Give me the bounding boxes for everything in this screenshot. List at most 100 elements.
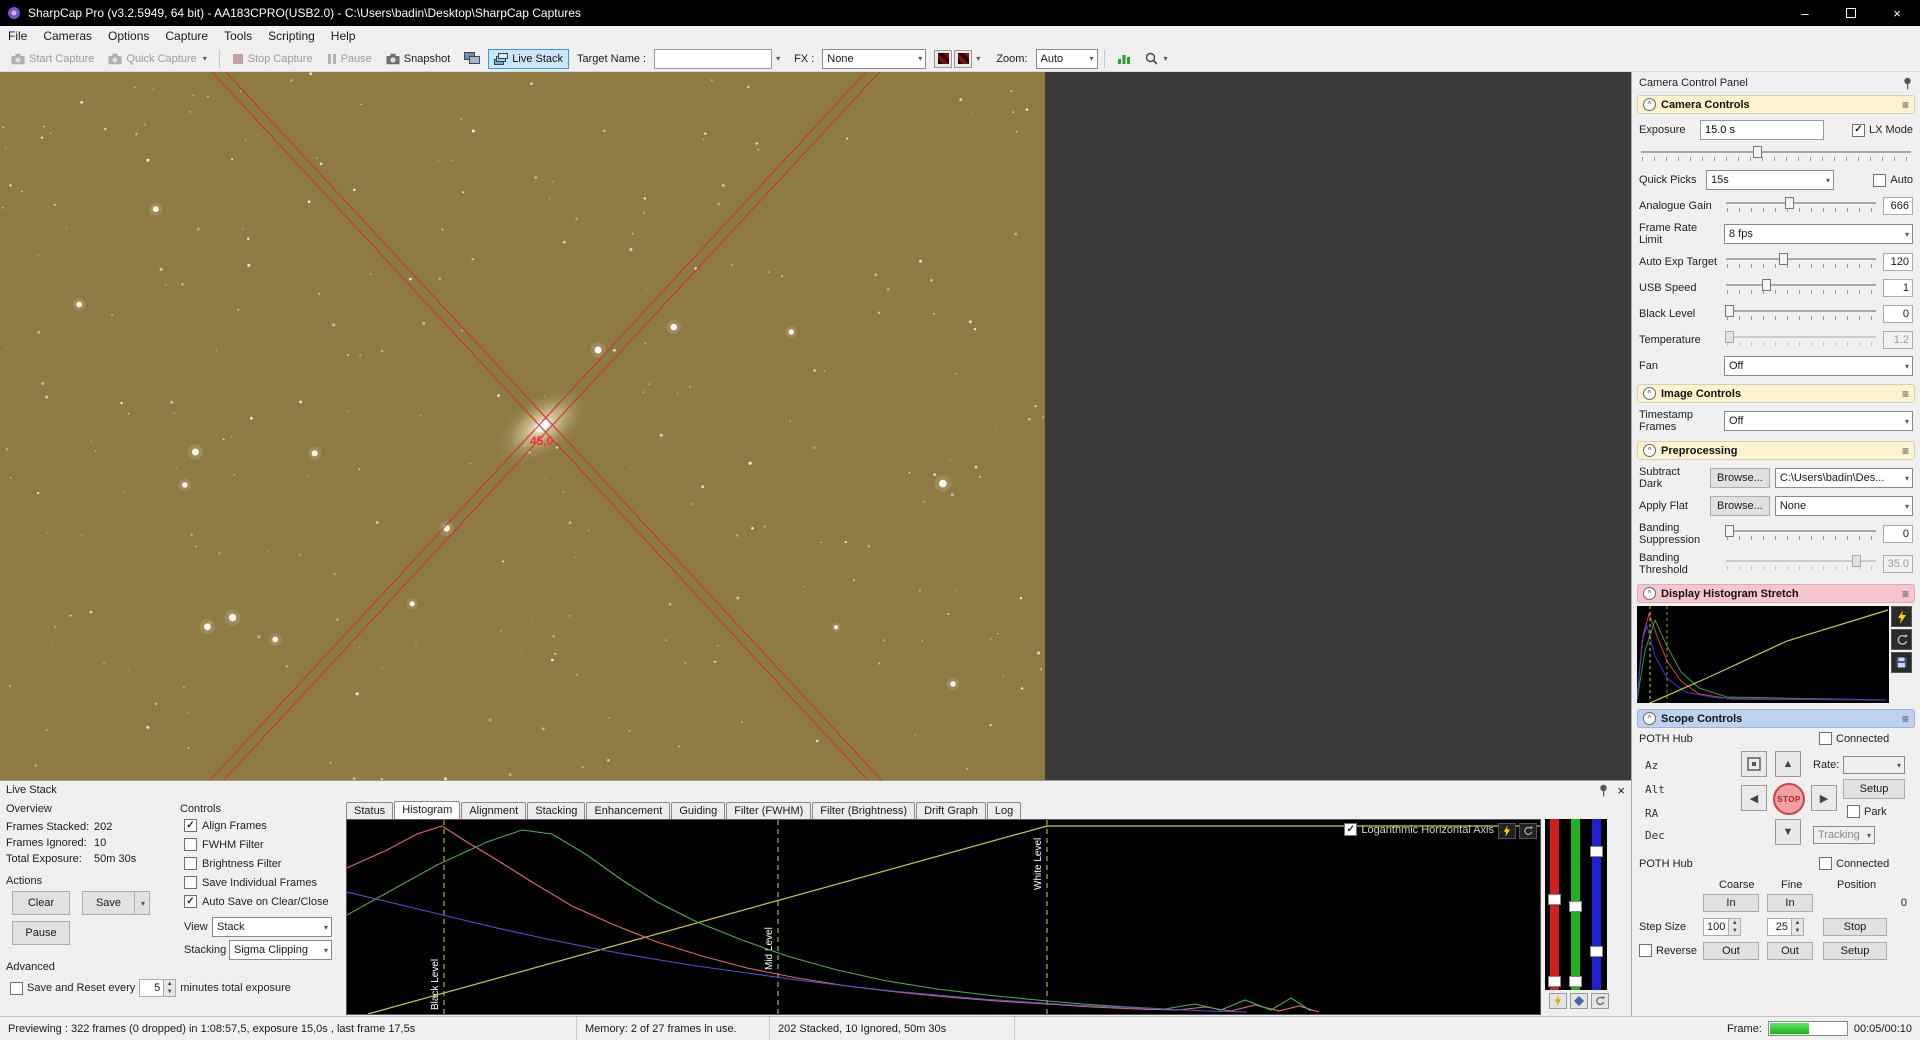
auto-stretch-button[interactable] bbox=[1891, 606, 1912, 627]
apply-flat-browse-button[interactable]: Browse... bbox=[1710, 496, 1770, 516]
menu-scripting[interactable]: Scripting bbox=[260, 28, 323, 44]
subtract-dark-dropdown[interactable]: C:\Users\badin\Des... ▾ bbox=[1774, 468, 1913, 488]
section-preprocessing[interactable]: ^ Preprocessing ≡ bbox=[1637, 441, 1915, 460]
green-level-bar[interactable] bbox=[1569, 819, 1582, 990]
histogram-stretch-button[interactable] bbox=[1498, 823, 1516, 839]
collapse-icon[interactable]: ^ bbox=[1643, 712, 1656, 725]
step-coarse-spinner[interactable]: 100 ▲ ▼ bbox=[1703, 918, 1742, 936]
slew-down-button[interactable]: ▼ bbox=[1775, 819, 1801, 845]
save-split-caret[interactable]: ▾ bbox=[134, 891, 150, 915]
view-dropdown[interactable]: Stack ▾ bbox=[212, 917, 332, 937]
stack-reset-button[interactable] bbox=[1591, 993, 1609, 1009]
subtract-dark-browse-button[interactable]: Browse... bbox=[1710, 468, 1770, 488]
frame-rate-limit-dropdown[interactable]: 8 fps ▾ bbox=[1724, 224, 1913, 244]
tab-alignment[interactable]: Alignment bbox=[461, 802, 527, 819]
menu-file[interactable]: File bbox=[0, 28, 35, 44]
slew-up-button[interactable]: ▲ bbox=[1775, 751, 1801, 777]
log-axis-checkbox[interactable] bbox=[1344, 823, 1358, 836]
fan-dropdown[interactable]: Off ▾ bbox=[1724, 356, 1913, 376]
save-button[interactable]: Save bbox=[82, 891, 134, 915]
focuser-connected-checkbox[interactable] bbox=[1819, 857, 1832, 870]
scope-setup-button[interactable]: Setup bbox=[1843, 779, 1905, 799]
chevron-down-icon[interactable]: ▾ bbox=[776, 54, 780, 63]
tab-enhancement[interactable]: Enhancement bbox=[586, 802, 671, 819]
close-button[interactable]: × bbox=[1874, 0, 1920, 26]
menu-tools[interactable]: Tools bbox=[216, 28, 260, 44]
stack-highlight-button[interactable] bbox=[1570, 993, 1588, 1009]
green-black-handle[interactable] bbox=[1569, 976, 1582, 988]
brightness-filter-checkbox[interactable] bbox=[184, 857, 197, 870]
section-image-controls[interactable]: ^ Image Controls ≡ bbox=[1637, 384, 1915, 403]
auto-save-checkbox[interactable] bbox=[184, 895, 197, 908]
exposure-auto-checkbox[interactable] bbox=[1873, 173, 1887, 187]
histogram-reset-button[interactable] bbox=[1519, 823, 1537, 839]
blue-level-bar[interactable] bbox=[1590, 819, 1603, 990]
menu-capture[interactable]: Capture bbox=[157, 28, 216, 44]
spin-down-icon[interactable]: ▼ bbox=[164, 988, 176, 996]
spin-up-icon[interactable]: ▲ bbox=[1729, 919, 1741, 927]
red-level-handle[interactable] bbox=[1548, 894, 1561, 906]
collapse-icon[interactable]: ^ bbox=[1643, 387, 1656, 400]
spin-up-icon[interactable]: ▲ bbox=[164, 980, 176, 988]
camera-preview-image[interactable]: 45,0 bbox=[0, 72, 1045, 780]
tab-filter-fwhm[interactable]: Filter (FWHM) bbox=[726, 802, 812, 819]
display-white-swatch[interactable] bbox=[954, 49, 973, 68]
tab-histogram[interactable]: Histogram bbox=[394, 801, 461, 819]
fwhm-filter-checkbox[interactable] bbox=[184, 838, 197, 851]
timestamp-frames-dropdown[interactable]: Off ▾ bbox=[1724, 411, 1913, 431]
apply-flat-dropdown[interactable]: None ▾ bbox=[1774, 496, 1913, 516]
red-black-handle[interactable] bbox=[1548, 976, 1561, 988]
auto-exp-target-slider[interactable] bbox=[1724, 253, 1878, 271]
snapshot-button[interactable]: Snapshot bbox=[380, 49, 456, 69]
green-level-handle[interactable] bbox=[1569, 901, 1582, 913]
banding-suppression-slider[interactable] bbox=[1724, 525, 1878, 543]
quick-capture-button[interactable]: Quick Capture ▾ bbox=[102, 49, 212, 69]
black-level-slider[interactable] bbox=[1724, 305, 1878, 323]
menu-help[interactable]: Help bbox=[323, 28, 364, 44]
tab-status[interactable]: Status bbox=[346, 802, 394, 819]
scope-connected-checkbox[interactable] bbox=[1819, 732, 1832, 745]
section-menu-icon[interactable]: ≡ bbox=[1902, 712, 1909, 726]
stacking-dropdown[interactable]: Sigma Clipping ▾ bbox=[229, 940, 332, 960]
save-stretch-button[interactable] bbox=[1891, 652, 1912, 673]
menu-options[interactable]: Options bbox=[100, 28, 157, 44]
stack-auto-stretch-button[interactable] bbox=[1549, 993, 1567, 1009]
start-capture-button[interactable]: Start Capture bbox=[5, 49, 100, 69]
exposure-slider[interactable] bbox=[1639, 146, 1913, 164]
focus-out-coarse-button[interactable]: Out bbox=[1703, 942, 1759, 960]
focuser-setup-button[interactable]: Setup bbox=[1823, 942, 1887, 960]
blue-black-handle[interactable] bbox=[1590, 945, 1603, 957]
save-reset-interval-spinner[interactable]: 5 ▲ ▼ bbox=[139, 979, 177, 997]
focus-out-fine-button[interactable]: Out bbox=[1767, 942, 1813, 960]
save-individual-checkbox[interactable] bbox=[184, 876, 197, 889]
tab-guiding[interactable]: Guiding bbox=[671, 802, 726, 819]
section-menu-icon[interactable]: ≡ bbox=[1902, 444, 1909, 458]
histogram-tool-button[interactable] bbox=[1111, 48, 1137, 69]
spin-down-icon[interactable]: ▼ bbox=[1792, 927, 1803, 935]
pause-button[interactable]: Pause bbox=[321, 49, 378, 69]
collapse-icon[interactable]: ^ bbox=[1643, 587, 1656, 600]
lx-mode-checkbox[interactable] bbox=[1851, 123, 1865, 137]
stack-histogram[interactable]: Black Level Mid Level White Level Logari… bbox=[346, 819, 1541, 1015]
slew-left-button[interactable]: ◀ bbox=[1741, 785, 1767, 811]
section-display-histogram-stretch[interactable]: ^ Display Histogram Stretch ≡ bbox=[1637, 584, 1915, 603]
tab-log[interactable]: Log bbox=[986, 802, 1022, 819]
tab-drift-graph[interactable]: Drift Graph bbox=[916, 802, 986, 819]
spin-down-icon[interactable]: ▼ bbox=[1729, 927, 1741, 935]
focus-in-fine-button[interactable]: In bbox=[1767, 894, 1813, 912]
slew-frame-button[interactable] bbox=[1741, 751, 1767, 777]
focus-in-coarse-button[interactable]: In bbox=[1703, 894, 1759, 912]
close-panel-icon[interactable]: × bbox=[1617, 783, 1625, 798]
exposure-input[interactable] bbox=[1700, 120, 1824, 140]
live-stack-button[interactable]: Live Stack bbox=[488, 48, 570, 69]
section-scope-controls[interactable]: ^ Scope Controls ≡ bbox=[1637, 709, 1915, 728]
tab-stacking[interactable]: Stacking bbox=[527, 802, 586, 819]
section-menu-icon[interactable]: ≡ bbox=[1902, 587, 1909, 601]
reverse-checkbox[interactable] bbox=[1639, 944, 1652, 957]
section-menu-icon[interactable]: ≡ bbox=[1902, 98, 1909, 112]
tab-filter-brightness[interactable]: Filter (Brightness) bbox=[812, 802, 916, 819]
section-menu-icon[interactable]: ≡ bbox=[1902, 387, 1909, 401]
menu-cameras[interactable]: Cameras bbox=[35, 28, 100, 44]
collapse-icon[interactable]: ^ bbox=[1643, 98, 1656, 111]
save-reset-checkbox[interactable] bbox=[10, 981, 23, 995]
